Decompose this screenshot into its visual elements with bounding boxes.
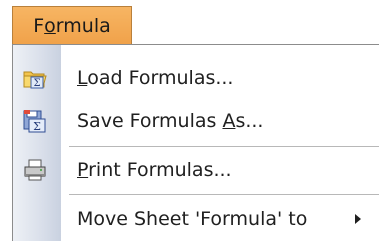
- menu-item-label: Load Formulas...: [77, 67, 234, 89]
- menu-item-print-formulas[interactable]: Print Formulas...: [13, 150, 379, 190]
- menu-item-label: Move Sheet 'Formula' to: [77, 208, 308, 230]
- menu-title-prefix: F: [33, 14, 45, 37]
- save-formulas-icon: Σ: [22, 108, 48, 134]
- menu-title-suffix: rmula: [55, 14, 111, 37]
- formula-menu-title[interactable]: Fo rmula: [12, 6, 132, 44]
- svg-text:Σ: Σ: [33, 120, 41, 133]
- menu-item-label: Save Formulas As...: [77, 110, 264, 132]
- menu-separator: [69, 194, 379, 195]
- menu-separator: [69, 146, 379, 147]
- menu-item-save-formulas-as[interactable]: Σ Save Formulas As...: [13, 101, 379, 141]
- printer-icon: [22, 157, 48, 183]
- menu-item-move-sheet[interactable]: Move Sheet 'Formula' to: [13, 199, 379, 239]
- formula-dropdown-menu: Σ Load Formulas... Σ Save Formulas As...: [12, 44, 379, 241]
- menu-item-label: Print Formulas...: [77, 159, 232, 181]
- menu-title-mnemonic: o: [44, 14, 56, 37]
- svg-text:Σ: Σ: [33, 78, 40, 89]
- menu-item-load-formulas[interactable]: Σ Load Formulas...: [13, 58, 379, 98]
- load-formulas-icon: Σ: [22, 65, 48, 91]
- screen: Fo rmula Σ Load Formulas... Σ Save Formu…: [0, 0, 379, 241]
- submenu-arrow-icon: [355, 214, 361, 224]
